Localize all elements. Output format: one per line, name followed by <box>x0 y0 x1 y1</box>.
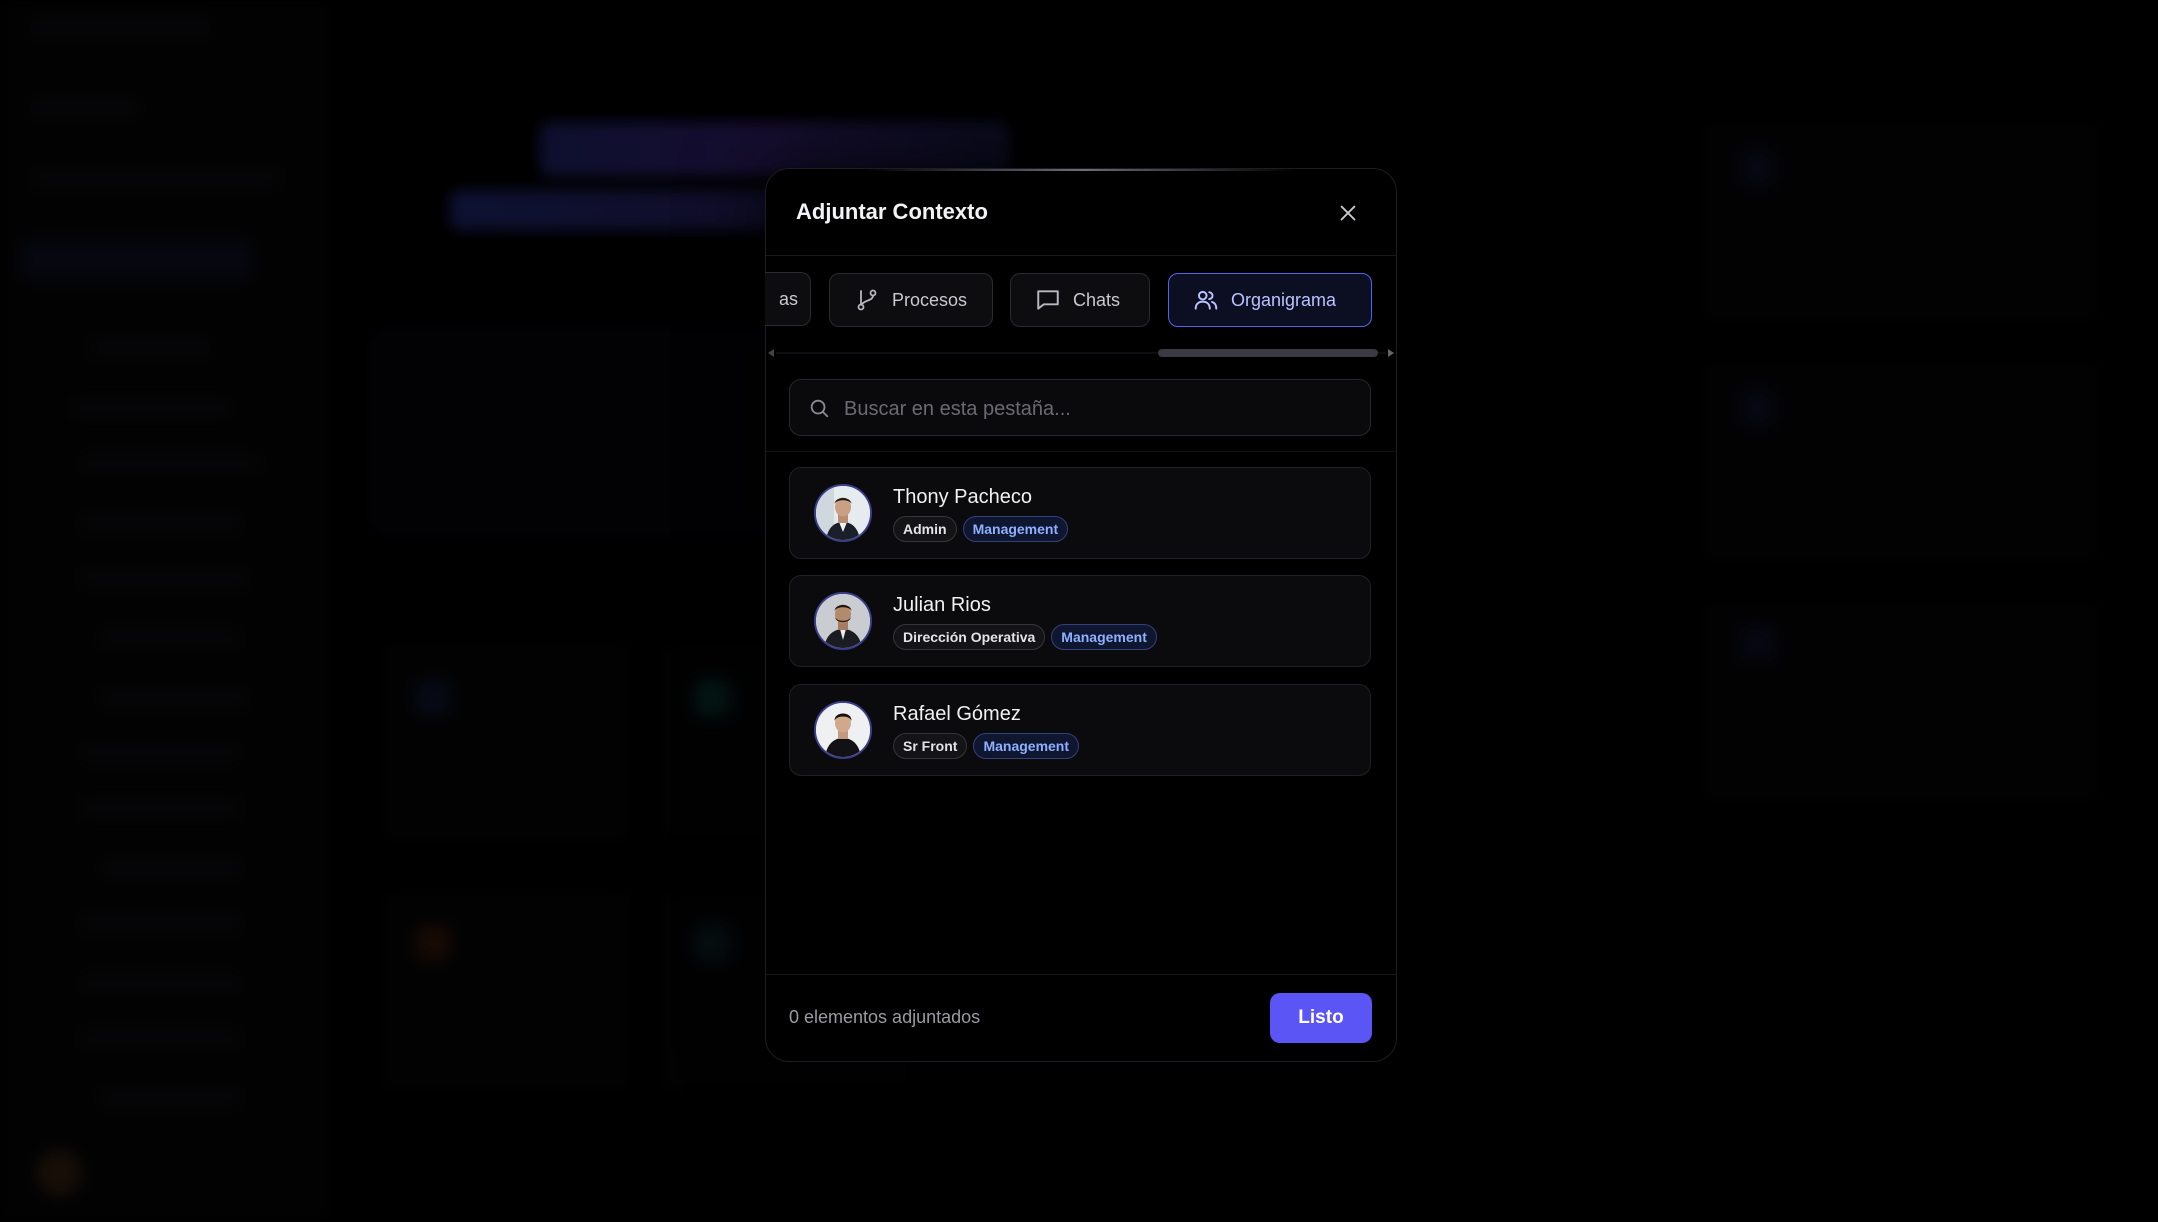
modal-footer: 0 elementos adjuntados Listo <box>766 974 1396 1061</box>
close-icon <box>1340 205 1356 221</box>
divider <box>766 451 1396 452</box>
attached-count: 0 elementos adjuntados <box>789 1007 981 1027</box>
person-name: Rafael Gómez <box>893 703 1021 725</box>
tab-organigrama-label: Organigrama <box>1231 289 1337 310</box>
person-name: Julian Rios <box>893 594 991 616</box>
git-branch-icon <box>854 287 880 313</box>
tabs-scrollbar[interactable] <box>766 347 1396 359</box>
list-item[interactable]: Thony Pacheco Admin Management <box>789 467 1371 559</box>
avatar <box>814 701 872 759</box>
list-item[interactable]: Julian Rios Dirección Operativa Manageme… <box>789 575 1371 667</box>
list-item[interactable]: Rafael Gómez Sr Front Management <box>789 684 1371 776</box>
badges: Dirección Operativa Management <box>893 624 1157 650</box>
scroll-right-icon[interactable] <box>1388 349 1394 357</box>
tab-procesos[interactable]: Procesos <box>829 273 993 327</box>
search-input[interactable] <box>842 388 1346 430</box>
role-badge: Sr Front <box>893 733 968 759</box>
done-button[interactable]: Listo <box>1270 993 1372 1043</box>
scrollbar-thumb[interactable] <box>1158 349 1378 357</box>
modal-title: Adjuntar Contexto <box>796 199 988 224</box>
tab-chats[interactable]: Chats <box>1010 273 1150 327</box>
avatar <box>814 484 872 542</box>
person-name: Thony Pacheco <box>893 486 1032 508</box>
message-square-icon <box>1035 287 1061 313</box>
tab-partial[interactable]: as <box>765 272 811 326</box>
department-badge: Management <box>973 733 1080 759</box>
attach-context-modal: Adjuntar Contexto as Procesos Chats Orga… <box>765 168 1397 1062</box>
tab-partial-label: as <box>778 288 798 309</box>
search-icon <box>810 399 829 418</box>
department-badge: Management <box>962 516 1069 542</box>
tab-chats-label: Chats <box>1073 289 1121 310</box>
role-badge: Admin <box>893 516 957 542</box>
close-button[interactable] <box>1332 197 1364 229</box>
scroll-left-icon[interactable] <box>768 349 774 357</box>
badges: Admin Management <box>893 516 1069 542</box>
department-badge: Management <box>1051 624 1157 650</box>
tab-procesos-label: Procesos <box>892 289 968 310</box>
modal-header: Adjuntar Contexto <box>766 169 1396 256</box>
role-badge: Dirección Operativa <box>893 624 1046 650</box>
users-icon <box>1193 287 1219 313</box>
search-field[interactable] <box>789 379 1371 436</box>
badges: Sr Front Management <box>893 733 1080 759</box>
avatar <box>814 592 872 650</box>
tab-organigrama[interactable]: Organigrama <box>1168 273 1372 327</box>
